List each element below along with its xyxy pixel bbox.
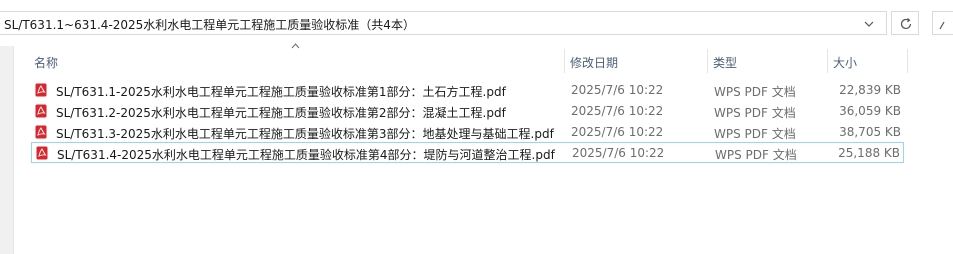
pdf-file-icon [36,146,48,160]
navigation-pane[interactable] [0,46,14,254]
column-header-date[interactable]: 修改日期 [565,49,708,73]
file-date: 2025/7/6 10:22 [571,83,664,97]
file-type: WPS PDF 文档 [714,85,796,99]
file-type: WPS PDF 文档 [714,106,796,120]
file-type: WPS PDF 文档 [714,127,796,141]
address-path[interactable]: SL/T631.1~631.4-2025水利水电工程单元工程施工质量验收标准（共… [4,16,415,33]
column-header-date-label: 修改日期 [570,56,619,70]
refresh-button[interactable] [891,11,919,35]
address-bar[interactable]: SL/T631.1~631.4-2025水利水电工程单元工程施工质量验收标准（共… [0,11,887,35]
file-date: 2025/7/6 10:22 [572,146,665,160]
file-size: 36,059 KB [839,104,901,118]
file-size: 25,188 KB [838,146,900,160]
file-size: 22,839 KB [839,83,901,97]
refresh-icon [900,18,912,30]
file-row[interactable]: SL/T631.1-2025水利水电工程单元工程施工质量验收标准第1部分：土石方… [31,80,904,101]
column-header-type[interactable]: 类型 [708,49,828,73]
file-name: SL/T631.1-2025水利水电工程单元工程施工质量验收标准第1部分：土石方… [56,85,506,99]
file-row[interactable]: SL/T631.2-2025水利水电工程单元工程施工质量验收标准第2部分：混凝土… [31,101,904,122]
search-icon [939,21,945,30]
file-row-selected[interactable]: SL/T631.4-2025水利水电工程单元工程施工质量验收标准第4部分：堤防与… [31,142,904,163]
column-header-size-label: 大小 [833,56,858,70]
file-type: WPS PDF 文档 [715,148,797,162]
file-name: SL/T631.2-2025水利水电工程单元工程施工质量验收标准第2部分：混凝土… [56,106,506,120]
column-header-size[interactable]: 大小 [828,49,908,73]
column-header-name[interactable]: 名称 [29,49,565,73]
file-name: SL/T631.4-2025水利水电工程单元工程施工质量验收标准第4部分：堤防与… [57,148,555,162]
file-date: 2025/7/6 10:22 [571,125,664,139]
file-name: SL/T631.3-2025水利水电工程单元工程施工质量验收标准第3部分：地基处… [56,127,554,141]
file-date: 2025/7/6 10:22 [571,104,664,118]
file-size: 38,705 KB [839,125,901,139]
pdf-file-icon [35,104,47,118]
column-header-type-label: 类型 [713,56,738,70]
file-row[interactable]: SL/T631.3-2025水利水电工程单元工程施工质量验收标准第3部分：地基处… [31,122,904,143]
column-header-name-label: 名称 [34,56,59,70]
pdf-file-icon [35,83,47,97]
pdf-file-icon [35,125,47,139]
search-input[interactable] [932,11,953,35]
chevron-down-icon[interactable] [862,17,876,31]
